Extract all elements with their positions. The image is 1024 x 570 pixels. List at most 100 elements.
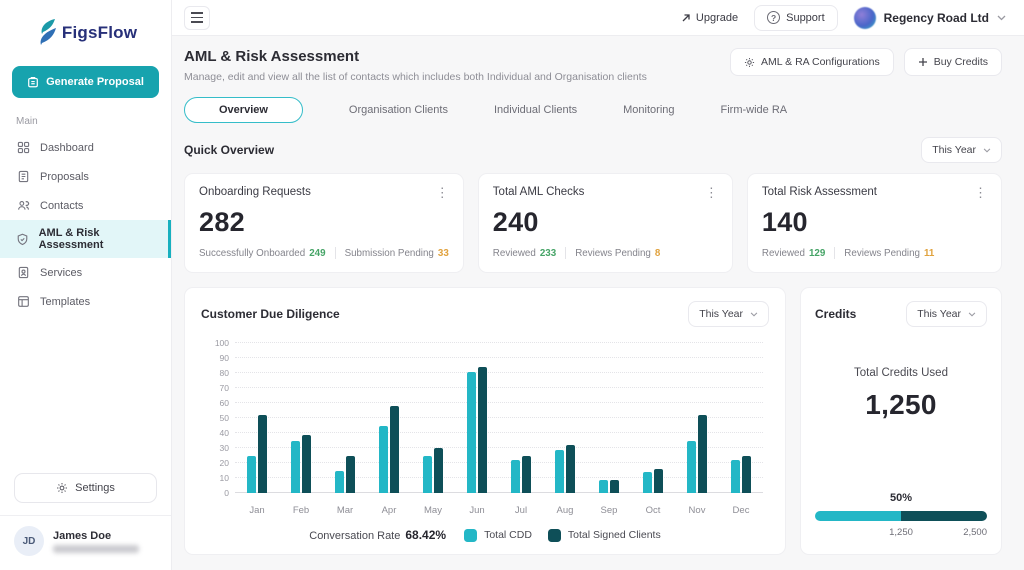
bar-total-signed-clients-jan[interactable] — [258, 415, 267, 493]
cdd-month-labels: Jan Feb Mar Apr May Jun Jul Aug Sep Oct Nov Dec — [235, 505, 763, 516]
tab-firm-wide-ra[interactable]: Firm-wide RA — [721, 98, 788, 122]
stat-card-title: Total Risk Assessment — [761, 186, 877, 198]
support-label: Support — [786, 11, 825, 24]
legend-swatch — [464, 528, 478, 542]
credits-period-select[interactable]: This Year — [906, 301, 987, 327]
bar-total-signed-clients-mar[interactable] — [346, 455, 355, 493]
sidebar-item-label: Dashboard — [40, 141, 94, 154]
sidebar-item-dashboard[interactable]: Dashboard — [0, 133, 171, 162]
upgrade-button[interactable]: Upgrade — [681, 12, 738, 24]
x-axis-label: Oct — [645, 505, 661, 516]
sidebar-nav: Dashboard Proposals Contacts AML & Risk Ass… — [0, 133, 171, 316]
credits-scale-max: 2,500 — [963, 527, 987, 538]
quick-overview-period-select[interactable]: This Year — [921, 137, 1002, 163]
tab-individual-clients[interactable]: Individual Clients — [494, 98, 577, 122]
bar-total-cdd-feb[interactable] — [291, 440, 300, 493]
generate-proposal-label: Generate Proposal — [46, 76, 144, 88]
x-axis-label: Feb — [292, 505, 310, 516]
divider — [565, 247, 567, 259]
y-axis-tick-label: 0 — [224, 488, 229, 498]
bar-total-signed-clients-feb[interactable] — [302, 434, 311, 493]
bar-total-signed-clients-oct[interactable] — [654, 469, 663, 493]
legend-label: Total CDD — [484, 529, 532, 541]
bar-total-cdd-apr[interactable] — [379, 425, 388, 493]
bar-total-cdd-oct[interactable] — [643, 472, 652, 493]
bar-group-mar — [335, 343, 355, 493]
legend-swatch — [547, 528, 561, 542]
templates-icon — [16, 294, 31, 309]
x-axis-label: Jul — [514, 505, 528, 516]
stat-card-metrics: Reviewed 129 Reviews Pending 11 — [762, 247, 987, 259]
kebab-menu-icon[interactable]: ⋮ — [705, 186, 718, 199]
bar-group-dec — [731, 343, 751, 493]
bar-total-cdd-may[interactable] — [423, 455, 432, 493]
sidebar-item-proposals[interactable]: Proposals — [0, 162, 171, 191]
credits-title: Credits — [815, 307, 857, 321]
figsflow-leaf-icon — [34, 18, 60, 48]
tab-bar: Overview Organisation Clients Individual C… — [184, 97, 1002, 123]
kebab-menu-icon[interactable]: ⋮ — [974, 186, 987, 199]
cdd-period-select[interactable]: This Year — [688, 301, 769, 327]
user-avatar: JD — [14, 526, 44, 556]
y-axis-tick-label: 10 — [219, 473, 229, 483]
bar-total-signed-clients-jul[interactable] — [522, 455, 531, 493]
tab-overview[interactable]: Overview — [184, 97, 303, 123]
company-switcher[interactable]: Regency Road Ltd — [853, 6, 1006, 29]
bar-total-signed-clients-sep[interactable] — [610, 479, 619, 493]
bar-total-cdd-nov[interactable] — [687, 440, 696, 493]
aml-ra-configurations-label: AML & RA Configurations — [761, 56, 880, 68]
bar-total-signed-clients-apr[interactable] — [390, 406, 399, 493]
bar-total-signed-clients-may[interactable] — [434, 448, 443, 493]
stat-card-value: 140 — [761, 207, 808, 237]
aml-ra-configurations-button[interactable]: AML & RA Configurations — [730, 48, 894, 76]
user-email-redacted — [53, 544, 139, 553]
buy-credits-button[interactable]: Buy Credits — [903, 48, 1002, 76]
conversation-rate-label: Conversation Rate — [309, 530, 401, 542]
legend-item-total-signed-clients: Total Signed Clients — [547, 528, 661, 542]
bar-group-feb — [291, 343, 311, 493]
bar-total-cdd-jan[interactable] — [247, 455, 256, 493]
bar-total-signed-clients-jun[interactable] — [478, 367, 487, 493]
upgrade-label: Upgrade — [695, 11, 739, 24]
cdd-chart-footer: Conversation Rate 68.42% Total CDD Total S… — [201, 528, 769, 544]
bar-total-cdd-jul[interactable] — [511, 460, 520, 493]
quick-overview-row: Quick Overview This Year — [184, 137, 1002, 163]
tab-monitoring[interactable]: Monitoring — [623, 98, 674, 122]
settings-button[interactable]: Settings — [14, 473, 157, 503]
tab-organisation-clients[interactable]: Organisation Clients — [349, 98, 448, 122]
metric-label: Reviewed — [761, 247, 805, 259]
bar-total-cdd-sep[interactable] — [599, 479, 608, 493]
metric-label: Successfully Onboarded — [199, 247, 306, 259]
bar-total-signed-clients-aug[interactable] — [566, 445, 575, 493]
y-axis-tick-label: 50 — [219, 413, 229, 423]
kebab-menu-icon[interactable]: ⋮ — [436, 186, 449, 199]
divider — [834, 247, 836, 259]
bar-total-cdd-dec[interactable] — [731, 460, 740, 493]
sidebar-item-services[interactable]: Services — [0, 258, 171, 287]
dashboard-icon — [16, 140, 31, 155]
generate-proposal-button[interactable]: Generate Proposal — [12, 66, 159, 98]
buy-credits-label: Buy Credits — [933, 56, 988, 68]
bar-total-cdd-aug[interactable] — [555, 449, 564, 493]
credits-progress-bar — [815, 511, 987, 521]
sidebar-item-contacts[interactable]: Contacts — [0, 191, 171, 220]
user-profile[interactable]: JD James Doe — [0, 515, 171, 570]
y-axis-tick-label: 60 — [219, 398, 229, 408]
contacts-icon — [16, 198, 31, 213]
stat-card-title: Total AML Checks — [492, 186, 585, 198]
bar-total-signed-clients-nov[interactable] — [698, 415, 707, 493]
support-button[interactable]: ? Support — [754, 4, 838, 31]
bar-total-cdd-mar[interactable] — [335, 470, 344, 493]
sidebar-bottom: Settings JD James Doe — [0, 473, 171, 570]
metric-value: 249 — [309, 247, 326, 259]
sidebar-item-aml-risk-assessment[interactable]: AML & Risk Assessment — [0, 220, 171, 258]
conversation-rate: Conversation Rate 68.42% — [309, 528, 446, 542]
sidebar-item-templates[interactable]: Templates — [0, 287, 171, 316]
bar-group-jan — [247, 343, 267, 493]
bar-total-cdd-jun[interactable] — [467, 371, 476, 493]
bar-total-signed-clients-dec[interactable] — [742, 455, 751, 493]
menu-toggle-button[interactable] — [184, 5, 210, 30]
page-title: AML & Risk Assessment — [184, 48, 360, 65]
stat-card-total-aml-checks: Total AML Checks ⋮ 240 Reviewed 233 Reviews P… — [477, 173, 733, 273]
metric-value: 8 — [654, 247, 661, 259]
